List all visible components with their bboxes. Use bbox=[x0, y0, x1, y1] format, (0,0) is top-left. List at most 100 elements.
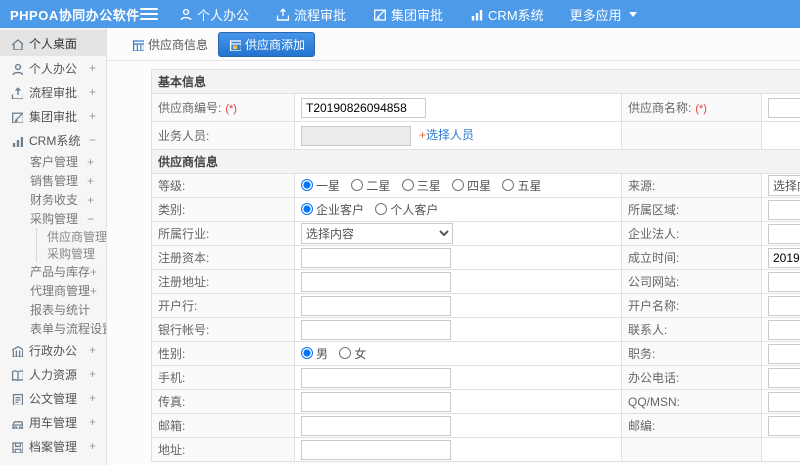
radio-button bbox=[452, 179, 465, 192]
grade-radio-option[interactable]: 一星 bbox=[301, 177, 340, 194]
car-icon bbox=[12, 420, 23, 429]
sidebar-item-reports[interactable]: 报表与统计 bbox=[0, 300, 106, 319]
sidebar-item-vehicle-mgmt[interactable]: 用车管理 + bbox=[0, 410, 106, 434]
account-name-input[interactable] bbox=[768, 295, 800, 316]
grade-radio-option[interactable]: 三星 bbox=[401, 177, 441, 194]
top-navigation: 个人办公 流程审批 集团审批 CRM系统 更多应用 bbox=[178, 5, 663, 24]
field-label: 邮箱: bbox=[158, 419, 186, 433]
address-input[interactable] bbox=[301, 439, 451, 460]
mobile-input[interactable] bbox=[301, 367, 451, 388]
field-label: 传真: bbox=[158, 395, 186, 409]
hamburger-menu-icon[interactable] bbox=[140, 8, 158, 20]
field-label: 银行帐号: bbox=[158, 323, 210, 337]
category-radio-option[interactable]: 个人客户 bbox=[375, 201, 438, 218]
sidebar-item-purchasing[interactable]: 采购管理 bbox=[37, 245, 106, 262]
flow-icon bbox=[11, 86, 23, 99]
sidebar-item-sales-mgmt[interactable]: 销售管理 + bbox=[0, 171, 106, 190]
business-person-input[interactable] bbox=[301, 125, 411, 146]
form-row: 类别: 企业客户 个人客户 所属区域: bbox=[151, 197, 800, 222]
form-row: 手机: 办公电话: bbox=[151, 365, 800, 390]
sidebar-item-archive-mgmt[interactable]: 档案管理 + bbox=[0, 434, 106, 458]
nav-crm-system[interactable]: CRM系统 bbox=[469, 5, 544, 24]
sidebar-item-agent-mgmt[interactable]: 代理商管理 + bbox=[0, 281, 106, 300]
grade-radio-option[interactable]: 二星 bbox=[351, 177, 390, 194]
sidebar-item-form-flow-settings[interactable]: 表单与流程设置 + bbox=[0, 319, 106, 338]
qq-msn-input[interactable] bbox=[768, 391, 800, 412]
legal-person-input[interactable] bbox=[768, 223, 800, 244]
radio-button bbox=[339, 347, 352, 360]
field-label: 所属区域: bbox=[628, 203, 680, 217]
sidebar-item-document-mgmt[interactable]: 公文管理 + bbox=[0, 386, 106, 410]
sidebar-item-product-stock[interactable]: 产品与库存 + bbox=[0, 262, 106, 281]
section-title-supplier-info: 供应商信息 bbox=[150, 149, 800, 174]
radio-button bbox=[301, 203, 313, 216]
form-row: 性别: 男 女 职务: bbox=[151, 341, 800, 366]
sidebar-item-crm[interactable]: CRM系统 − bbox=[0, 128, 106, 152]
doc-icon bbox=[12, 393, 23, 405]
field-label: 企业法人: bbox=[628, 227, 680, 241]
radio-button bbox=[502, 179, 515, 192]
sidebar-item-finance[interactable]: 财务收支 + bbox=[0, 190, 106, 209]
expand-plus: + bbox=[88, 109, 96, 123]
office-phone-input[interactable] bbox=[768, 367, 800, 388]
field-label: 开户行: bbox=[158, 299, 198, 313]
bank-account-input[interactable] bbox=[301, 319, 451, 340]
section-title-basic-info: 基本信息 bbox=[150, 69, 800, 94]
nav-group-approval[interactable]: 集团审批 bbox=[372, 5, 443, 24]
supplier-name-input[interactable] bbox=[768, 97, 800, 118]
sidebar-item-customer-mgmt[interactable]: 客户管理 + bbox=[0, 152, 106, 171]
sidebar: 个人桌面 个人办公 + 流程审批 + 集团审批 + CRM系统 − 客户管理 +… bbox=[0, 28, 107, 465]
tab-supplier-info[interactable]: 供应商信息 bbox=[131, 36, 208, 53]
fax-input[interactable] bbox=[301, 391, 451, 412]
job-title-input[interactable] bbox=[768, 343, 800, 364]
sidebar-item-purchase-mgmt[interactable]: 采购管理 − bbox=[0, 209, 106, 228]
grade-radio-option[interactable]: 五星 bbox=[502, 177, 541, 194]
field-label: 手机: bbox=[158, 371, 186, 385]
edit-icon bbox=[12, 112, 23, 123]
sidebar-item-supplier-mgmt[interactable]: 供应商管理 bbox=[37, 228, 106, 245]
radio-button bbox=[401, 179, 414, 192]
form-row: 所属行业: 选择内容 企业法人: bbox=[151, 221, 800, 246]
nav-more-apps[interactable]: 更多应用 bbox=[570, 5, 637, 24]
select-person-link[interactable]: +选择人员 bbox=[419, 128, 474, 142]
sidebar-item-desktop[interactable]: 个人桌面 bbox=[0, 30, 106, 56]
add-window-icon bbox=[229, 39, 242, 51]
sidebar-item-hr[interactable]: 人力资源 + bbox=[0, 362, 106, 386]
expand-plus: + bbox=[88, 61, 96, 75]
tab-supplier-add[interactable]: 供应商添加 bbox=[218, 31, 316, 57]
nav-personal-office[interactable]: 个人办公 bbox=[178, 5, 249, 24]
nav-label: CRM系统 bbox=[488, 7, 544, 23]
registered-address-input[interactable] bbox=[301, 271, 451, 292]
industry-select[interactable]: 选择内容 bbox=[301, 223, 453, 244]
edit-icon bbox=[374, 9, 386, 21]
field-label: 公司网站: bbox=[628, 275, 680, 289]
expand-plus: + bbox=[88, 85, 96, 99]
sidebar-item-flow-approval[interactable]: 流程审批 + bbox=[0, 80, 106, 104]
radio-button bbox=[375, 203, 388, 216]
sidebar-item-group-approval[interactable]: 集团审批 + bbox=[0, 104, 106, 128]
gender-radio-option[interactable]: 男 bbox=[301, 345, 328, 362]
grade-radio-option[interactable]: 四星 bbox=[452, 177, 491, 194]
email-input[interactable] bbox=[301, 415, 451, 436]
founding-date-input[interactable] bbox=[768, 247, 800, 268]
source-select[interactable]: 选择内容 bbox=[768, 175, 800, 196]
nav-label: 更多应用 bbox=[569, 7, 622, 23]
supplier-code-input[interactable] bbox=[301, 97, 426, 118]
region-input[interactable] bbox=[768, 199, 800, 220]
postcode-input[interactable] bbox=[768, 415, 800, 436]
contact-person-input[interactable] bbox=[768, 319, 800, 340]
sidebar-item-personal-office[interactable]: 个人办公 + bbox=[0, 56, 106, 80]
category-radio-option[interactable]: 企业客户 bbox=[301, 201, 364, 218]
nav-label: 集团审批 bbox=[391, 7, 444, 23]
nav-flow-approval[interactable]: 流程审批 bbox=[275, 5, 346, 24]
company-website-input[interactable] bbox=[768, 271, 800, 292]
gender-radio-option[interactable]: 女 bbox=[339, 345, 366, 362]
app-logo[interactable]: PHPOA协同办公软件 bbox=[0, 5, 139, 24]
bank-branch-input[interactable] bbox=[301, 295, 451, 316]
sidebar-item-admin-office[interactable]: 行政办公 + bbox=[0, 338, 106, 362]
registered-capital-input[interactable] bbox=[301, 247, 451, 268]
field-label: 所属行业: bbox=[158, 227, 210, 241]
nav-label: 个人办公 bbox=[197, 7, 250, 23]
home-icon bbox=[11, 38, 23, 50]
field-label: QQ/MSN: bbox=[628, 394, 681, 409]
